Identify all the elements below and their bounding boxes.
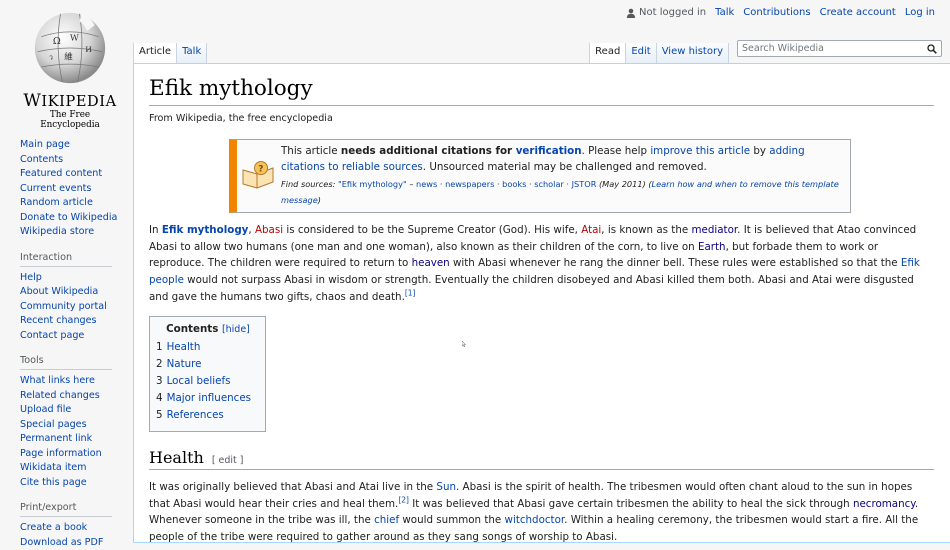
puzzle-globe-icon: Ω W И 維 ว — [34, 12, 106, 84]
sidebar-item-about[interactable]: About Wikipedia — [20, 286, 98, 297]
svg-text:?: ? — [258, 165, 263, 175]
sidebar-item-wikidata-item[interactable]: Wikidata item — [20, 462, 87, 473]
toc-item[interactable]: 4 Major influences — [156, 390, 260, 407]
sidebar-item-contact-page[interactable]: Contact page — [20, 330, 84, 341]
find-sources-newspapers-link[interactable]: newspapers — [445, 179, 494, 189]
atai-redlink[interactable]: Atai — [581, 224, 601, 236]
sidebar-item-related-changes[interactable]: Related changes — [20, 390, 100, 401]
sidebar-item-upload-file[interactable]: Upload file — [20, 404, 71, 415]
table-of-contents: Contents [hide] 1 Health 2 Nature 3 Local b… — [149, 315, 266, 432]
intro-paragraph: In Efik mythology, Abasi is considered t… — [149, 223, 920, 303]
sidebar-item-recent-changes[interactable]: Recent changes — [20, 315, 97, 326]
witchdoctor-link[interactable]: witchdoctor — [505, 514, 565, 526]
citation-notice: ? This article needs additional citation… — [229, 139, 851, 213]
reference-1-link[interactable]: [1] — [405, 289, 416, 298]
sidebar-item-wikipedia-store[interactable]: Wikipedia store — [20, 226, 94, 237]
chief-link[interactable]: chief — [374, 514, 399, 526]
sidebar-item-community-portal[interactable]: Community portal — [20, 301, 107, 312]
sidebar-item-contents[interactable]: Contents — [20, 154, 63, 165]
toc-title: Contents [hide] — [166, 322, 250, 335]
mediator-link[interactable]: mediator — [691, 224, 737, 236]
svg-text:W: W — [70, 33, 79, 43]
toc-item[interactable]: 1 Health — [156, 339, 260, 356]
sidebar-interaction: Help About Wikipedia Community portal Re… — [20, 271, 135, 344]
sidebar-item-download-pdf[interactable]: Download as PDF — [20, 537, 103, 548]
sidebar-tools: What links here Related changes Upload f… — [20, 374, 135, 490]
sidebar-item-cite-this-page[interactable]: Cite this page — [20, 477, 87, 488]
find-sources-query-link[interactable]: "Efik mythology" — [338, 179, 407, 189]
wikipedia-logo[interactable]: Ω W И 維 ว WIKIPEDIA The Free Encyclopedi… — [20, 10, 120, 130]
sidebar-item-special-pages[interactable]: Special pages — [20, 419, 87, 430]
edit-section-health-link[interactable]: [ edit ] — [212, 455, 244, 466]
user-talk-link[interactable]: Talk — [715, 7, 734, 18]
contributions-link[interactable]: Contributions — [743, 7, 810, 18]
user-icon — [626, 8, 636, 18]
efik-mythology-link: Efik mythology — [161, 223, 249, 236]
section-heading-health: Health[ edit ] — [149, 448, 934, 470]
book-question-icon: ? — [241, 143, 275, 208]
tagline: The Free Encyclopedia — [40, 110, 100, 130]
sidebar-heading-tools: Tools — [20, 355, 112, 370]
sidebar-print-export: Create a book Download as PDF — [20, 521, 135, 550]
svg-text:Ω: Ω — [53, 36, 61, 47]
sidebar-item-create-book[interactable]: Create a book — [20, 522, 87, 533]
search-input[interactable]: Search Wikipedia — [737, 40, 942, 57]
sun-link[interactable]: Sun — [436, 481, 456, 493]
earth-link[interactable]: Earth — [698, 241, 726, 253]
site-subtitle: From Wikipedia, the free encyclopedia — [149, 113, 333, 124]
search-placeholder: Search Wikipedia — [742, 43, 824, 54]
tab-view-history[interactable]: View history — [656, 43, 729, 63]
find-sources-jstor-link[interactable]: JSTOR — [572, 179, 597, 189]
page-title: Efik mythology — [149, 76, 934, 106]
toc-item[interactable]: 2 Nature — [156, 356, 260, 373]
toc-item[interactable]: 5 References — [156, 407, 260, 424]
svg-text:維: 維 — [64, 50, 73, 62]
sidebar-navigation: Main page Contents Featured content Curr… — [20, 138, 135, 240]
sidebar-heading-interaction: Interaction — [20, 252, 112, 267]
citation-notice-text: This article needs additional citations … — [275, 143, 842, 208]
sidebar-item-help[interactable]: Help — [20, 272, 42, 283]
toc-item[interactable]: 3 Local beliefs — [156, 373, 260, 390]
sidebar-item-donate[interactable]: Donate to Wikipedia — [20, 212, 117, 223]
mouse-cursor-icon — [462, 341, 466, 347]
health-paragraph: It was originally believed that Abasi an… — [149, 480, 919, 544]
not-logged-in-label: Not logged in — [639, 7, 707, 18]
wordmark: WIKIPEDIA — [23, 91, 117, 111]
sidebar-item-current-events[interactable]: Current events — [20, 183, 91, 194]
tab-edit[interactable]: Edit — [626, 43, 657, 63]
toc-hide-toggle[interactable]: [hide] — [222, 324, 250, 335]
find-sources-news-link[interactable]: news — [416, 179, 437, 189]
search-icon[interactable] — [927, 43, 937, 54]
verification-link[interactable]: verification — [516, 145, 582, 157]
reference-2-link[interactable]: [2] — [398, 495, 409, 504]
log-in-link[interactable]: Log in — [905, 7, 935, 18]
svg-text:И: И — [85, 45, 92, 54]
find-sources: Find sources: "Efik mythology" – news · … — [281, 178, 839, 205]
create-account-link[interactable]: Create account — [820, 7, 896, 18]
heaven-link[interactable]: heaven — [412, 257, 450, 269]
namespace-tabs: Article Talk — [133, 37, 208, 63]
personal-tools: Not logged in Talk Contributions Create … — [626, 7, 935, 18]
tab-article[interactable]: Article — [133, 43, 178, 63]
sidebar-heading-print-export: Print/export — [20, 502, 112, 517]
sidebar: Main page Contents Featured content Curr… — [20, 138, 135, 550]
tab-talk[interactable]: Talk — [177, 43, 208, 63]
abasi-redlink[interactable]: Abasi — [255, 224, 283, 236]
necromancy-link[interactable]: necromancy — [853, 498, 915, 510]
sidebar-item-random-article[interactable]: Random article — [20, 197, 93, 208]
svg-text:ว: ว — [49, 53, 53, 61]
sidebar-item-featured-content[interactable]: Featured content — [20, 168, 102, 179]
find-sources-scholar-link[interactable]: scholar — [534, 179, 564, 189]
view-tabs: Read Edit View history Search Wikipedia — [589, 37, 950, 63]
sidebar-item-permanent-link[interactable]: Permanent link — [20, 433, 92, 444]
tab-read[interactable]: Read — [589, 43, 627, 63]
sidebar-item-main-page[interactable]: Main page — [20, 139, 70, 150]
improve-article-link[interactable]: improve this article — [650, 145, 750, 157]
toc-list: 1 Health 2 Nature 3 Local beliefs 4 Major in… — [156, 339, 260, 424]
sidebar-item-what-links-here[interactable]: What links here — [20, 375, 95, 386]
article-content: Efik mythology From Wikipedia, the free … — [133, 63, 950, 543]
not-logged-in: Not logged in — [626, 7, 706, 18]
sidebar-item-page-information[interactable]: Page information — [20, 448, 102, 459]
find-sources-books-link[interactable]: books — [502, 179, 526, 189]
